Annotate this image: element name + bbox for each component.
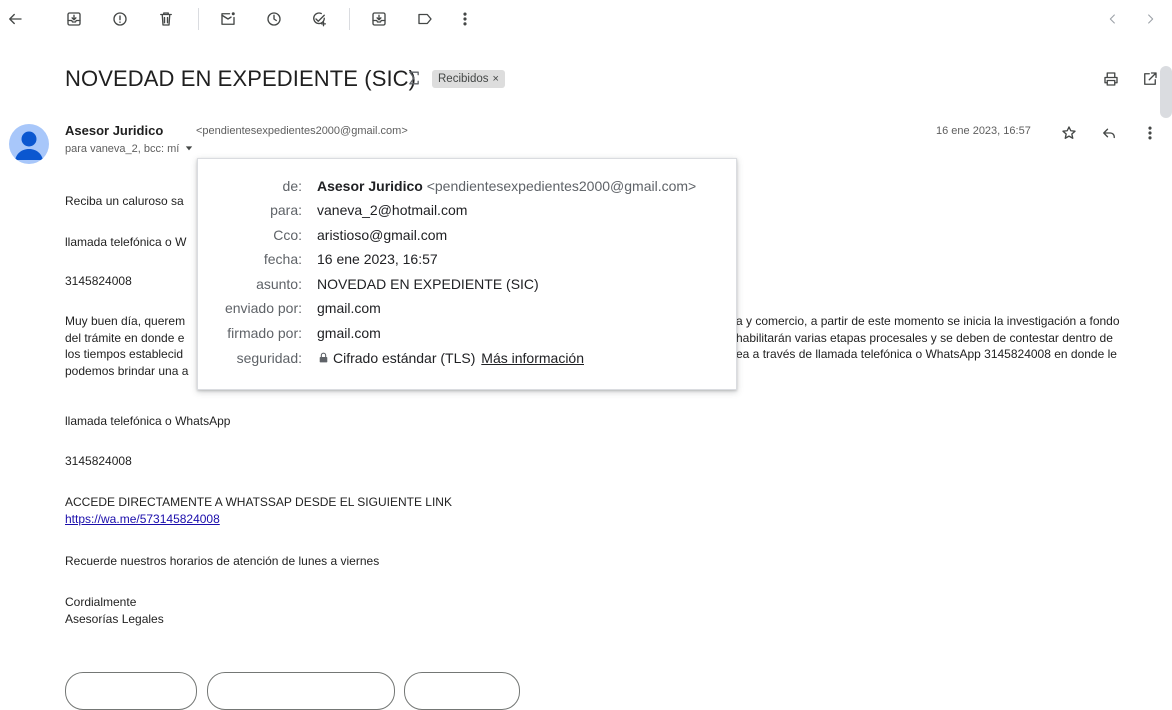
important-marker-icon[interactable] [404,68,426,90]
reply-all-button[interactable] [207,672,395,710]
body-paragraph: podemos brindar una a [65,364,189,378]
details-from-name: Asesor Juridico [317,178,423,194]
signature-name: Asesorías Legales [65,612,164,626]
move-to-icon[interactable] [366,6,392,32]
sender-email: <pendientesexpedientes2000@gmail.com> [196,125,408,137]
avatar[interactable] [9,124,49,164]
recipients-summary[interactable]: para vaneva_2, bcc: mí [65,143,193,155]
label-chip-inbox[interactable]: Recibidos × [432,70,505,88]
print-icon[interactable] [1102,70,1120,93]
snooze-icon[interactable] [261,6,287,32]
body-paragraph: Reciba un caluroso sa [65,194,184,208]
back-arrow-icon[interactable] [2,6,28,32]
body-paragraph: habilitarán varias etapas procesales y s… [736,331,1113,345]
open-in-new-window-icon[interactable] [1141,70,1159,93]
toolbar-divider [198,8,199,30]
details-from-email: <pendientesexpedientes2000@gmail.com> [426,178,697,194]
remove-label-icon[interactable]: × [493,73,499,85]
report-spam-icon[interactable] [107,6,133,32]
details-date-label: fecha: [263,251,302,267]
scrollbar-thumb[interactable] [1160,66,1172,118]
email-subject: NOVEDAD EN EXPEDIENTE (SIC) [65,66,417,91]
toolbar-divider [349,8,350,30]
show-details-dropdown-icon[interactable] [185,144,193,152]
details-signed-by-label: firmado por: [227,325,302,341]
more-options-icon[interactable] [1141,124,1159,147]
details-from-label: de: [282,178,302,194]
details-mailed-by-label: enviado por: [224,300,302,316]
chevron-right-icon[interactable] [1137,6,1163,32]
archive-icon[interactable] [61,6,87,32]
body-paragraph: 3145824008 [65,454,132,468]
reply-icon[interactable] [1100,124,1118,147]
chevron-left-icon[interactable] [1100,6,1126,32]
add-task-icon[interactable] [306,6,332,32]
details-signed-by-value: gmail.com [317,325,381,341]
body-paragraph: 3145824008 [65,274,132,288]
body-paragraph: Muy buen día, querem [65,314,186,328]
body-paragraph: llamada telefónica o W [65,235,187,249]
learn-more-link[interactable]: Más información [481,350,584,366]
more-vert-icon[interactable] [452,6,478,32]
details-bcc-label: Cco: [273,227,302,243]
details-to-value: vaneva_2@hotmail.com [317,202,468,218]
details-subject-value: NOVEDAD EN EXPEDIENTE (SIC) [317,276,539,292]
sender-name: Asesor Juridico [65,123,164,138]
star-icon[interactable] [1060,124,1078,147]
details-from-value: Asesor Juridico <pendientesexpedientes20… [317,178,696,194]
body-paragraph: Recuerde nuestros horarios de atención d… [65,554,380,568]
details-mailed-by-value: gmail.com [317,300,381,316]
body-paragraph: ACCEDE DIRECTAMENTE A WHATSSAP DESDE EL … [65,495,452,509]
recipients-text: para vaneva_2, bcc: mí [65,143,180,155]
reply-button[interactable] [65,672,197,710]
details-bcc-value: aristioso@gmail.com [317,227,448,243]
security-text: Cifrado estándar (TLS) [333,350,476,366]
label-chip-text: Recibidos [438,73,489,85]
body-paragraph: a y comercio, a partir de este momento s… [736,314,1120,328]
details-security-value: Cifrado estándar (TLS) Más información [317,350,584,366]
body-paragraph: llamada telefónica o WhatsApp [65,414,231,428]
signature-closing: Cordialmente [65,595,137,609]
email-date: 16 ene 2023, 16:57 [936,125,1031,137]
message-details-popup: de: Asesor Juridico <pendientesexpedient… [197,158,737,390]
lock-icon [319,352,328,363]
details-date-value: 16 ene 2023, 16:57 [317,251,438,267]
details-to-label: para: [270,202,302,218]
details-subject-label: asunto: [256,276,302,292]
body-paragraph: del trámite en donde e [65,331,185,345]
delete-icon[interactable] [153,6,179,32]
whatsapp-link[interactable]: https://wa.me/573145824008 [65,511,220,528]
mark-unread-icon[interactable] [215,6,241,32]
body-paragraph: los tiempos establecid [65,347,184,361]
label-icon[interactable] [412,6,438,32]
body-paragraph: ea a través de llamada telefónica o What… [736,347,1117,361]
forward-button[interactable] [404,672,520,710]
details-security-label: seguridad: [236,350,302,366]
